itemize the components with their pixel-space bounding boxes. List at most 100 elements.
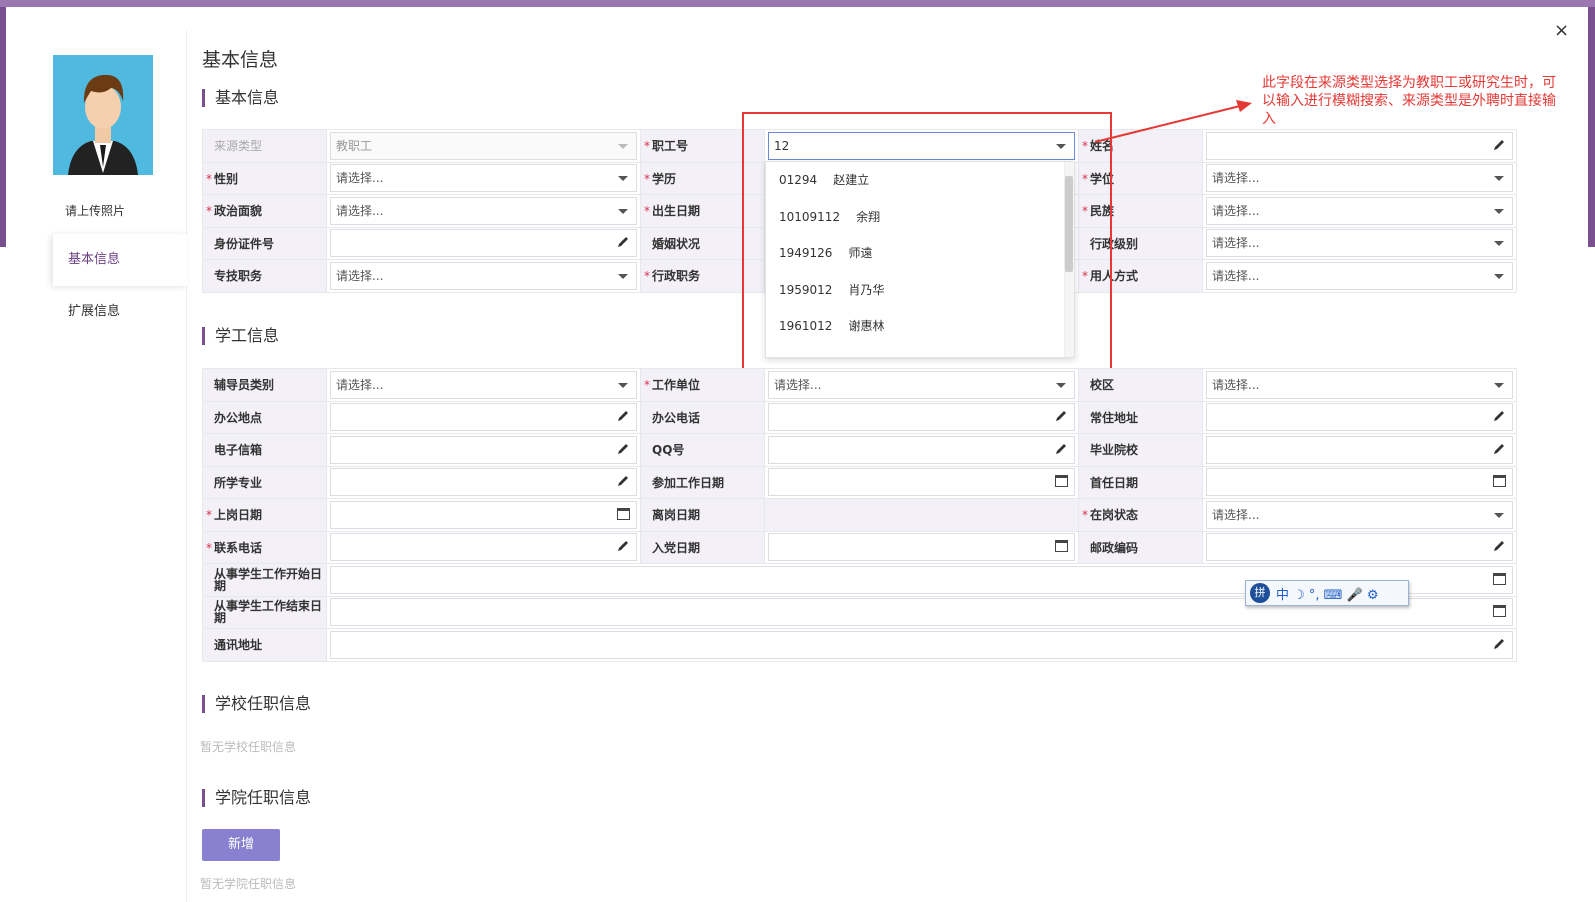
section-title-basic: 基本信息 [202,89,279,107]
mail-address-label: 通讯地址 [202,628,327,662]
chevron-down-icon [1494,208,1504,214]
id-number-label: 身份证件号 [202,226,327,260]
pencil-icon [1494,541,1504,552]
phone-input[interactable] [330,533,637,562]
address-label: 常住地址 [1078,400,1203,434]
work-start-label: 参加工作日期 [640,465,765,499]
major-input[interactable] [330,468,637,497]
ime-controls[interactable]: 中 ☽ °, ⌨ 🎤 ⚙ [1276,584,1379,603]
pencil-icon [618,411,628,422]
office-label: 办公地点 [202,400,327,434]
work-unit-select[interactable]: 请选择... [768,370,1075,399]
office-phone-label: 办公电话 [640,400,765,434]
campus-label: 校区 [1078,368,1203,402]
campus-select[interactable]: 请选择... [1206,370,1513,399]
office-phone-input[interactable] [768,403,1075,432]
grad-school-input[interactable] [1206,435,1513,464]
sw-start-label: 从事学生工作开始日期 [202,563,327,597]
chevron-down-icon [618,273,628,279]
section-title-college-post: 学院任职信息 [202,789,311,807]
address-input[interactable] [1206,403,1513,432]
dropdown-option[interactable]: 10109112 余翔 [766,199,1074,236]
page-title: 基本信息 [202,49,279,71]
dropdown-option[interactable]: 1961012 谢惠林 [766,308,1074,345]
marriage-label: 婚姻状况 [640,226,765,260]
school-post-empty: 暂无学校任职信息 [200,740,297,754]
first-post-label: 首任日期 [1078,465,1203,499]
sidebar-divider [186,30,187,902]
avatar[interactable] [53,55,153,175]
staff-no-label: 职工号 [640,129,765,163]
work-start-date-input[interactable] [768,468,1075,497]
calendar-icon [617,507,630,520]
source-type-select[interactable]: 教职工 [330,131,637,160]
first-post-date-input[interactable] [1206,468,1513,497]
top-band [0,0,1595,7]
staff-no-combobox[interactable]: 12 [768,131,1075,160]
chevron-down-icon [1056,143,1066,149]
admin-level-label: 行政级别 [1078,226,1203,260]
pencil-icon [618,443,628,454]
pencil-icon [618,476,628,487]
education-label: 学历 [640,161,765,195]
chevron-down-icon [1056,382,1066,388]
onpost-date-input[interactable] [330,500,637,529]
gender-select[interactable]: 请选择... [330,164,637,193]
scrollbar-thumb[interactable] [1065,176,1073,272]
ime-toolbar[interactable]: 拼 中 ☽ °, ⌨ 🎤 ⚙ [1245,580,1409,606]
postcode-input[interactable] [1206,533,1513,562]
counselor-type-select[interactable]: 请选择... [330,370,637,399]
close-icon[interactable]: × [1554,22,1569,40]
employ-select[interactable]: 请选择... [1206,261,1513,290]
email-label: 电子信箱 [202,433,327,467]
party-date-label: 入党日期 [640,530,765,564]
chevron-down-icon [1494,512,1504,518]
pencil-icon [1494,411,1504,422]
email-input[interactable] [330,435,637,464]
degree-select[interactable]: 请选择... [1206,164,1513,193]
degree-label: 学位 [1078,161,1203,195]
birth-date-label: 出生日期 [640,194,765,228]
tech-post-select[interactable]: 请选择... [330,261,637,290]
calendar-icon [1055,475,1068,488]
chevron-down-icon [1494,176,1504,182]
onpost-date-label: 上岗日期 [202,498,327,532]
grad-school-label: 毕业院校 [1078,433,1203,467]
add-button[interactable]: 新增 [202,829,280,861]
dropdown-option[interactable]: 1949126 师遠 [766,235,1074,272]
dropdown-scrollbar[interactable] [1064,162,1074,357]
calendar-icon [1055,540,1068,553]
calendar-icon [1493,572,1506,585]
party-date-input[interactable] [768,533,1075,562]
chevron-down-icon [618,143,628,149]
political-select[interactable]: 请选择... [330,196,637,225]
id-number-input[interactable] [330,229,637,258]
nav-item-basic[interactable]: 基本信息 [53,234,187,286]
pencil-icon [1056,443,1066,454]
counselor-type-label: 辅导员类别 [202,368,327,402]
chevron-down-icon [618,382,628,388]
calendar-icon [1493,605,1506,618]
dropdown-option[interactable]: 01294 赵建立 [766,162,1074,199]
nav-item-extended[interactable]: 扩展信息 [53,286,187,338]
pencil-icon [1494,139,1504,150]
student-work-form: 辅导员类别 请选择... 工作单位 请选择... 校区 请选择... 办公地点 … [202,368,1517,662]
office-input[interactable] [330,403,637,432]
source-type-label: 来源类型 [202,129,327,163]
pencil-icon [1494,443,1504,454]
dropdown-option[interactable]: 1959012 肖乃华 [766,272,1074,309]
annotation-note: 此字段在来源类型选择为教职工或研究生时，可以输入进行模糊搜索、来源类型是外聘时直… [1262,75,1556,127]
admin-level-select[interactable]: 请选择... [1206,229,1513,258]
calendar-icon [1493,475,1506,488]
phone-label: 联系电话 [202,530,327,564]
right-band [1588,7,1595,247]
political-label: 政治面貌 [202,194,327,228]
onpost-status-select[interactable]: 请选择... [1206,500,1513,529]
ime-logo-icon[interactable]: 拼 [1250,583,1270,603]
ethnic-select[interactable]: 请选择... [1206,196,1513,225]
section-title-student-work: 学工信息 [202,327,279,345]
upload-photo-label[interactable]: 请上传照片 [65,202,125,219]
qq-input[interactable] [768,435,1075,464]
gender-label: 性别 [202,161,327,195]
mail-address-input[interactable] [330,630,1513,659]
